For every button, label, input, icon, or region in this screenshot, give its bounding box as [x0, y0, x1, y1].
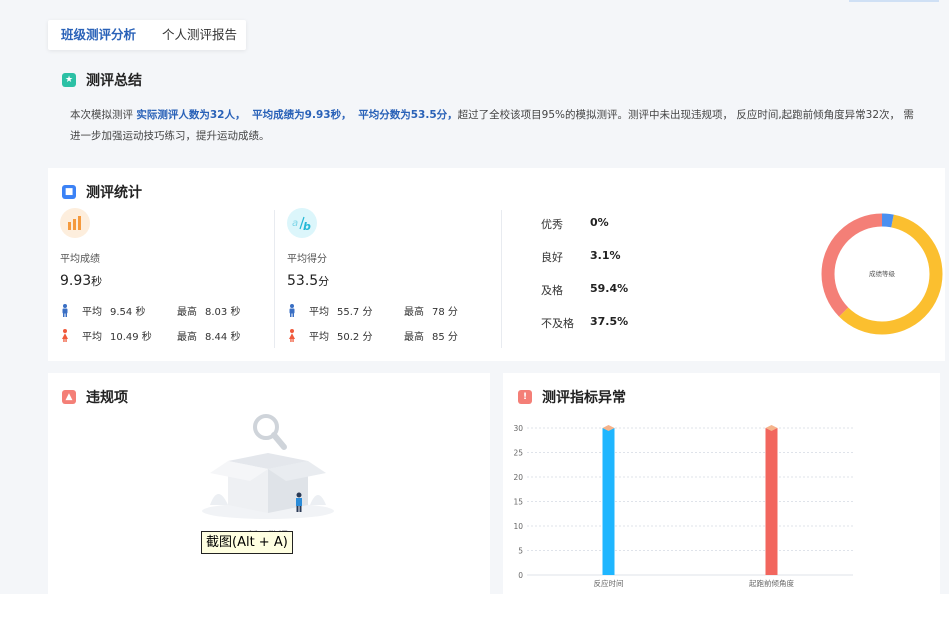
bar-chart-icon [60, 208, 90, 238]
screenshot-tooltip: 截图(Alt + A) [201, 531, 293, 554]
y-tick-label: 5 [518, 547, 523, 556]
donut-center-label: 成绩等级 [869, 269, 896, 278]
grade-item-fail: 不及格 37.5% [541, 315, 629, 330]
avg-points-value: 53.5分 [287, 273, 330, 289]
male-icon [289, 304, 295, 317]
y-tick-label: 30 [513, 424, 523, 433]
star-badge-icon: ★ [62, 73, 76, 87]
page-bottom-area [0, 594, 949, 620]
y-tick-label: 10 [513, 522, 523, 531]
x-tick-label: 反应时间 [594, 578, 624, 588]
male-icon [62, 304, 68, 317]
summary-text: 本次模拟测评 实际测评人数为32人， 平均成绩为9.93秒， 平均分数为53.5… [70, 109, 914, 142]
female-icon [289, 329, 295, 342]
abnormal-card: ! 测评指标异常 30 25 20 15 10 5 0 反应时间 起跑前倾角度 [503, 373, 940, 594]
svg-text:a: a [292, 218, 298, 229]
ab-score-icon: ab [287, 208, 317, 238]
female-points-row: 平均 50.2 分 最高 85 分 [287, 328, 458, 343]
avg-points-label: 平均得分 [287, 254, 327, 265]
divider [501, 210, 502, 348]
y-tick-label: 20 [513, 473, 523, 482]
abnormal-bar-chart: 30 25 20 15 10 5 0 反应时间 起跑前倾角度 [513, 424, 853, 588]
summary-title: ★ 测评总结 [62, 70, 142, 90]
y-tick-label: 15 [513, 498, 523, 507]
avg-score-value: 9.93秒 [60, 273, 103, 289]
violations-title: ▲ 违规项 [62, 387, 128, 407]
divider [274, 210, 275, 348]
tab-class-analysis[interactable]: 班级测评分析 [48, 20, 149, 50]
grade-item-pass: 及格 59.4% [541, 282, 629, 297]
y-tick-label: 0 [518, 571, 523, 580]
male-score-row: 平均 9.54 秒 最高 8.03 秒 [60, 303, 240, 318]
x-tick-label: 起跑前倾角度 [749, 578, 794, 588]
tab-personal-report[interactable]: 个人测评报告 [149, 20, 250, 50]
stats-card: ■ 测评统计 平均成绩 9.93秒 平均 9.54 秒 最高 8.03 秒 平均 10… [48, 168, 945, 361]
top-strip [0, 0, 949, 6]
female-icon [62, 329, 68, 342]
male-points-row: 平均 55.7 分 最高 78 分 [287, 303, 458, 318]
grade-item-good: 良好 3.1% [541, 249, 621, 264]
grade-donut-chart[interactable]: 成绩等级 [820, 212, 944, 336]
avg-score-label: 平均成绩 [60, 254, 100, 265]
stats-title: ■ 测评统计 [62, 182, 142, 202]
svg-text:b: b [303, 220, 311, 231]
empty-box-illustration [202, 414, 334, 519]
summary-title-text: 测评总结 [86, 73, 142, 89]
bar-1[interactable] [765, 428, 778, 575]
warning-icon: ▲ [62, 390, 76, 404]
y-tick-label: 25 [513, 449, 523, 458]
grade-list: 优秀 0% 良好 3.1% 及格 59.4% 不及格 37.5% [541, 216, 628, 348]
violations-card: ▲ 违规项 暂无数据 [48, 373, 490, 594]
stats-icon: ■ [62, 185, 76, 199]
grade-item-excellent: 优秀 0% [541, 216, 609, 231]
avg-score-block: 平均成绩 9.93秒 平均 9.54 秒 最高 8.03 秒 平均 10.49 秒 最… [60, 208, 240, 343]
female-score-row: 平均 10.49 秒 最高 8.44 秒 [60, 328, 240, 343]
avg-points-block: ab 平均得分 53.5分 平均 55.7 分 最高 78 分 平均 50.2 分 最… [287, 208, 458, 343]
bar-0[interactable] [602, 428, 615, 575]
report-tabs: 班级测评分析 个人测评报告 [48, 20, 246, 50]
